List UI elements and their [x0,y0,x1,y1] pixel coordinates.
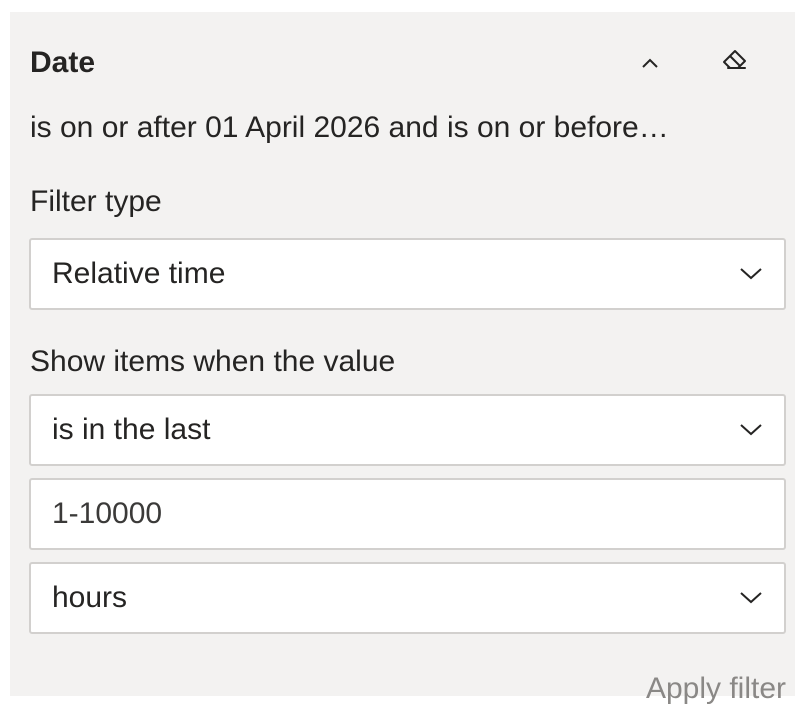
filter-title: Date [30,46,96,79]
date-filter-card: Date is on or after 01 April 2026 and is… [10,12,795,705]
filter-summary: is on or after 01 April 2026 and is on o… [30,111,669,144]
operator-value: is in the last [52,413,211,446]
time-unit-dropdown[interactable]: hours [29,562,786,634]
chevron-up-icon[interactable] [635,48,665,78]
filter-type-label: Filter type [30,185,162,218]
chevron-down-icon [740,424,762,436]
operator-dropdown[interactable]: is in the last [29,394,786,466]
time-amount-input[interactable]: 1-10000 [29,478,786,550]
filter-type-value: Relative time [52,257,226,290]
time-amount-placeholder: 1-10000 [52,497,163,530]
chevron-down-icon [740,592,762,604]
show-items-label: Show items when the value [30,345,396,378]
time-unit-value: hours [52,581,128,614]
apply-filter-button[interactable]: Apply filter [646,671,786,707]
eraser-icon[interactable] [720,46,750,76]
chevron-down-icon [740,268,762,280]
filter-type-dropdown[interactable]: Relative time [29,238,786,310]
